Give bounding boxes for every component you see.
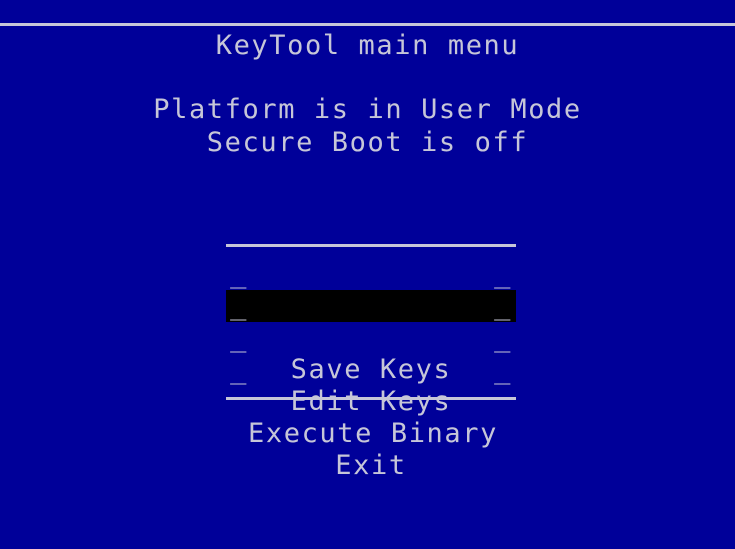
keytool-screen: KeyTool main menu Platform is in User Mo… — [0, 0, 735, 549]
status-block: Platform is in User Mode Secure Boot is … — [0, 93, 735, 159]
menu-item-exit[interactable]: _ Exit _ — [226, 354, 516, 481]
menu-row-right-marker-icon: _ — [494, 322, 512, 353]
main-menu-list: _ Save Keys _ _ Edit Keys _ _ Execute Bi… — [226, 258, 516, 481]
header: KeyTool main menu — [0, 30, 735, 62]
main-menu-panel: _ Save Keys _ _ Edit Keys _ _ Execute Bi… — [226, 244, 516, 481]
menu-item-execute-binary[interactable]: _ Execute Binary _ — [226, 322, 516, 449]
secure-boot-status: Secure Boot is off — [206, 127, 529, 158]
menu-row-left-marker-icon: _ — [230, 354, 248, 385]
menu-row-right-marker-icon: _ — [494, 258, 512, 289]
platform-mode-status: Platform is in User Mode — [153, 94, 582, 125]
menu-row-right-marker-icon: _ — [494, 354, 512, 385]
menu-item-label: Exit — [335, 450, 407, 481]
menu-item-edit-keys[interactable]: _ Edit Keys _ — [226, 290, 516, 417]
page-title: KeyTool main menu — [215, 30, 520, 61]
menu-row-left-marker-icon: _ — [230, 322, 248, 353]
menu-row-left-marker-icon: _ — [230, 290, 248, 321]
menu-row-left-marker-icon: _ — [230, 258, 248, 289]
header-divider — [0, 23, 735, 26]
menu-row-right-marker-icon: _ — [494, 290, 512, 321]
menu-item-save-keys[interactable]: _ Save Keys _ — [226, 258, 516, 385]
menu-top-divider — [226, 244, 516, 247]
